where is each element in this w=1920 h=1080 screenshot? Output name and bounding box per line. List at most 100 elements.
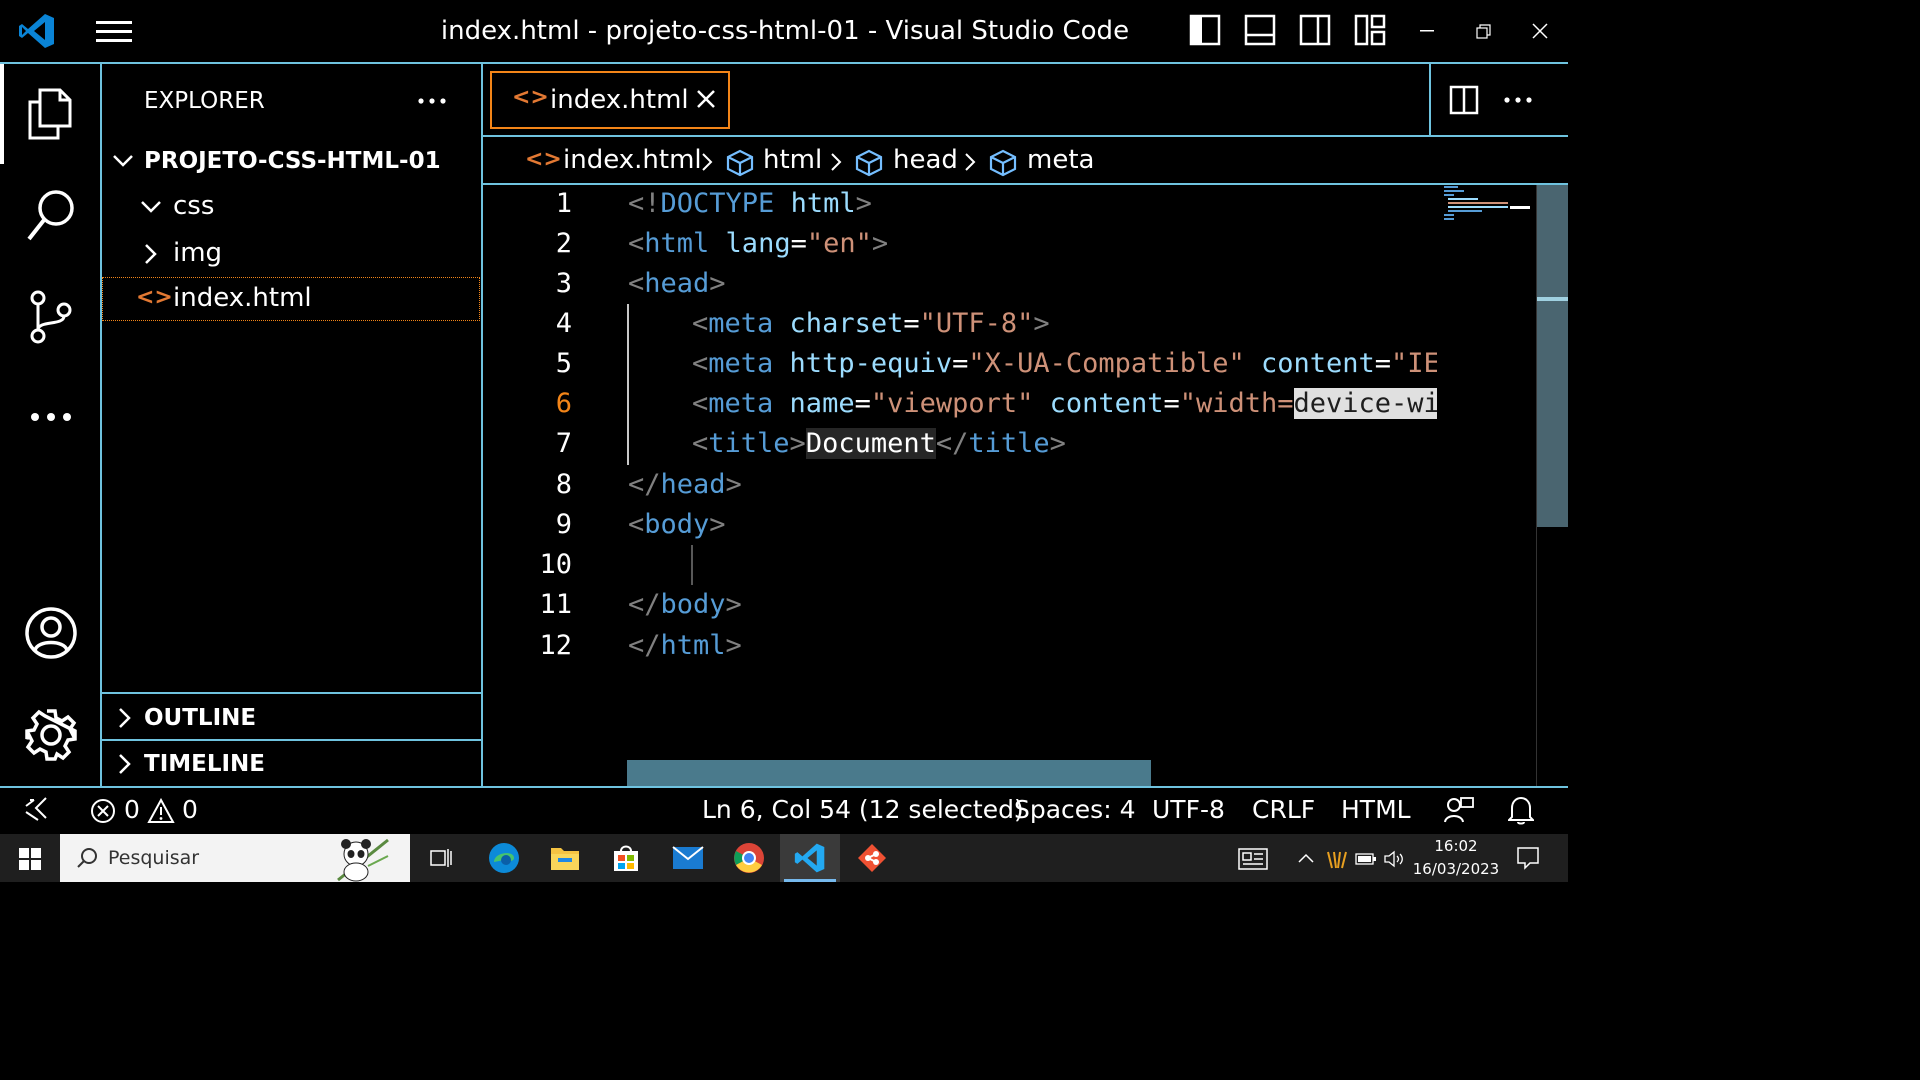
outline-section[interactable]: OUTLINE <box>102 696 480 740</box>
explorer-icon[interactable] <box>26 88 74 140</box>
source-control-icon[interactable] <box>28 290 74 344</box>
breadcrumb-item[interactable]: html <box>763 145 822 175</box>
accounts-icon[interactable] <box>24 606 78 660</box>
explorer-more-icon[interactable] <box>418 98 446 104</box>
taskbar-search-box[interactable]: Pesquisar <box>60 834 410 882</box>
timeline-border <box>102 739 481 741</box>
notifications-bell-icon[interactable] <box>1508 795 1534 825</box>
code-line-7: <title>Document</title> <box>692 428 1066 459</box>
settings-gear-icon[interactable] <box>24 708 78 762</box>
tree-item-label: css <box>173 191 215 221</box>
error-count: 0 <box>124 795 140 824</box>
feedback-icon[interactable] <box>1444 796 1474 824</box>
editor-actions-border <box>1429 64 1431 136</box>
tree-item-label: img <box>173 238 223 268</box>
code-line-11: </body> <box>628 589 742 620</box>
tree-item-index-html[interactable]: <> index.html <box>102 277 480 321</box>
code-line-12: </html> <box>628 630 742 661</box>
breadcrumb-file[interactable]: index.html <box>563 145 702 175</box>
battery-icon[interactable] <box>1355 852 1377 866</box>
folder-root-label: PROJETO-CSS-HTML-01 <box>144 148 441 174</box>
search-icon <box>76 847 98 869</box>
chevron-right-icon <box>118 753 132 775</box>
minimize-icon[interactable] <box>1420 30 1436 34</box>
microsoft-store-icon[interactable] <box>612 843 640 873</box>
line-number: 2 <box>555 228 572 259</box>
breadcrumb-item[interactable]: head <box>893 145 958 175</box>
symbol-field-icon <box>855 149 883 177</box>
eol-status[interactable]: CRLF <box>1252 794 1315 826</box>
sidebar-title: EXPLORER <box>144 88 265 114</box>
encoding-status[interactable]: UTF-8 <box>1152 794 1225 826</box>
line-number: 10 <box>539 549 572 580</box>
language-mode[interactable]: HTML <box>1341 794 1411 826</box>
customize-layout-icon[interactable] <box>1354 14 1386 46</box>
line-number-active: 6 <box>555 388 572 419</box>
html-file-icon: <> <box>525 147 562 172</box>
close-window-icon[interactable] <box>1532 23 1548 39</box>
tab-index-html[interactable]: <> index.html <box>490 71 730 129</box>
editor-more-actions-icon[interactable] <box>1504 97 1532 103</box>
windows-taskbar: Pesquisar 16:02 16/03/2023 <box>0 834 1568 882</box>
line-number: 3 <box>555 268 572 299</box>
toggle-panel-icon[interactable] <box>1244 14 1276 46</box>
chevron-right-icon <box>830 152 842 172</box>
clock-date[interactable]: 16/03/2023 <box>1412 860 1500 878</box>
clock-time[interactable]: 16:02 <box>1412 837 1500 855</box>
chevron-right-icon <box>701 152 713 172</box>
tab-close-icon[interactable] <box>696 89 716 109</box>
scroll-position-marker <box>1537 297 1568 301</box>
code-line-5: <meta http-equiv="X-UA-Compatible" conte… <box>692 348 1437 379</box>
symbol-field-icon <box>726 149 754 177</box>
outline-border <box>102 692 481 694</box>
search-icon[interactable] <box>26 188 76 242</box>
task-view-icon[interactable] <box>430 847 452 869</box>
restore-icon[interactable] <box>1476 24 1492 40</box>
activity-bar <box>0 64 100 786</box>
warning-icon <box>147 798 175 824</box>
git-gui-icon[interactable] <box>856 842 888 874</box>
vscode-taskbar-button[interactable] <box>780 834 840 882</box>
tray-app-icon[interactable] <box>1326 848 1348 870</box>
line-number: 12 <box>539 630 572 661</box>
notification-center-icon[interactable] <box>1516 846 1540 870</box>
chevron-right-icon <box>118 707 132 729</box>
minimap[interactable] <box>1440 185 1536 225</box>
symbol-field-icon <box>989 149 1017 177</box>
vertical-scrollbar-thumb[interactable] <box>1537 185 1568 527</box>
breadcrumb: <> index.html html head meta <box>483 137 1568 183</box>
chrome-browser-icon[interactable] <box>733 842 765 874</box>
window-title: index.html - projeto-css-html-01 - Visua… <box>440 16 1130 46</box>
folder-root[interactable]: PROJETO-CSS-HTML-01 <box>102 139 480 183</box>
timeline-label: TIMELINE <box>144 751 266 777</box>
tree-item-css[interactable]: css <box>102 184 480 228</box>
menu-icon[interactable] <box>96 20 132 44</box>
volume-icon[interactable] <box>1383 849 1405 869</box>
breadcrumb-item[interactable]: meta <box>1027 145 1094 175</box>
windows-start-icon[interactable] <box>19 848 41 870</box>
remote-indicator-icon[interactable] <box>24 796 48 822</box>
split-editor-icon[interactable] <box>1449 85 1479 115</box>
cursor-position[interactable]: Ln 6, Col 54 (12 selected) <box>702 794 1024 826</box>
active-indicator <box>0 64 4 164</box>
toggle-primary-sidebar-icon[interactable] <box>1189 14 1221 46</box>
mail-icon[interactable] <box>672 846 704 870</box>
active-app-indicator <box>784 879 836 882</box>
error-icon <box>90 798 116 824</box>
title-bar: index.html - projeto-css-html-01 - Visua… <box>0 0 1568 62</box>
line-number: 11 <box>539 589 572 620</box>
toggle-secondary-sidebar-icon[interactable] <box>1299 14 1331 46</box>
chevron-up-icon[interactable] <box>1298 853 1314 863</box>
horizontal-scrollbar-thumb[interactable] <box>627 760 1151 786</box>
tree-item-img[interactable]: img <box>102 231 480 275</box>
indentation-status[interactable]: Spaces: 4 <box>1014 794 1135 826</box>
code-line-3: <head> <box>628 268 726 299</box>
file-explorer-icon[interactable] <box>550 844 580 872</box>
timeline-section[interactable]: TIMELINE <box>102 742 480 786</box>
warning-count: 0 <box>182 795 198 824</box>
news-widget-icon[interactable] <box>1238 848 1268 870</box>
edge-browser-icon[interactable] <box>488 842 520 874</box>
more-views-icon[interactable] <box>30 412 72 422</box>
taskbar-search-placeholder: Pesquisar <box>108 847 200 869</box>
tab-label: index.html <box>550 85 689 115</box>
